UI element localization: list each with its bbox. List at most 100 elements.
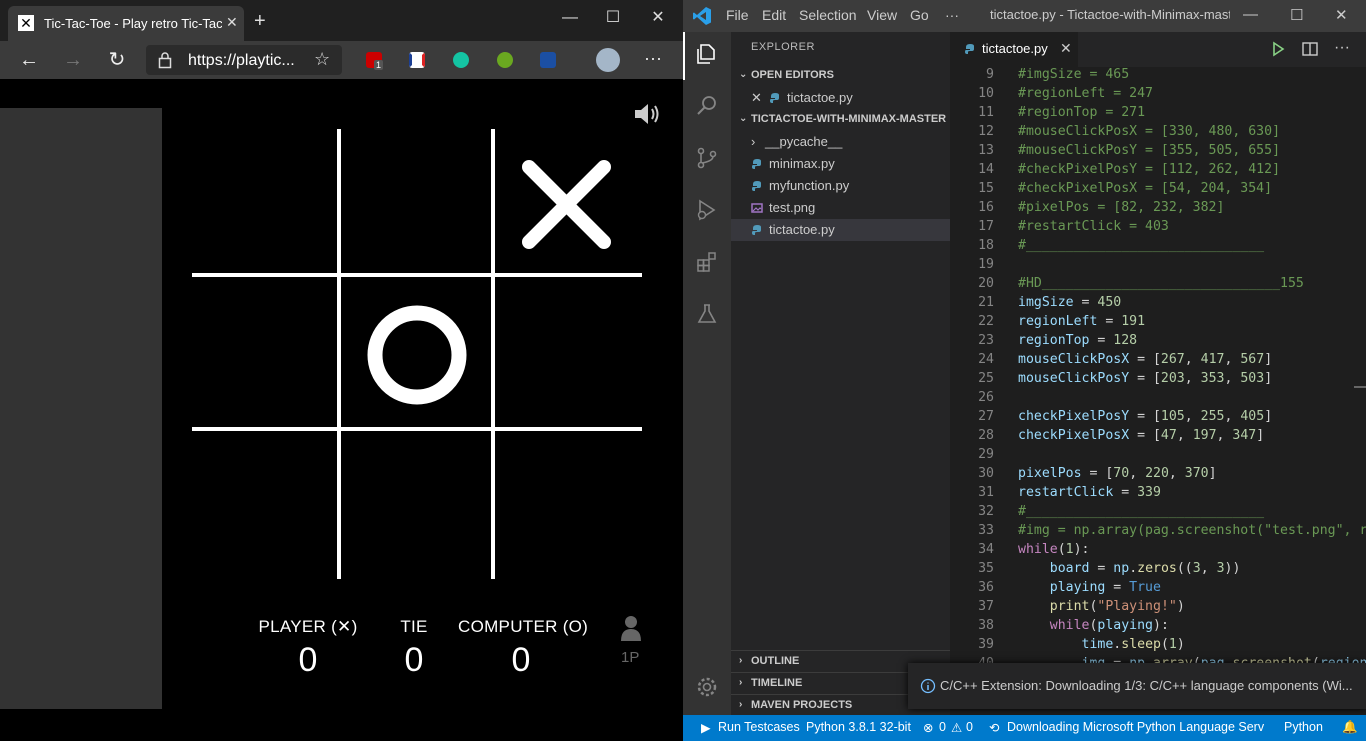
- board-cell[interactable]: [492, 429, 642, 579]
- editor-more-icon[interactable]: ···: [1334, 40, 1352, 58]
- error-count[interactable]: 0: [939, 720, 946, 734]
- code-line[interactable]: 32 #______________________________: [950, 504, 1366, 523]
- code-line[interactable]: 12 #mouseClickPosX = [330, 480, 630]: [950, 124, 1366, 143]
- menu-item[interactable]: View: [867, 7, 897, 23]
- refresh-icon[interactable]: ↻: [106, 49, 128, 71]
- player-mode-icon[interactable]: [620, 615, 642, 641]
- vscode-maximize-button[interactable]: ☐: [1290, 6, 1303, 24]
- run-testcases-button[interactable]: Run Testcases: [718, 720, 800, 734]
- code-line[interactable]: 21 imgSize = 450: [950, 295, 1366, 314]
- code-line[interactable]: 27 checkPixelPosY = [105, 255, 405]: [950, 409, 1366, 428]
- editor-tab[interactable]: tictactoe.py ✕: [950, 32, 1078, 67]
- address-bar[interactable]: https://playtic... ☆: [146, 45, 342, 75]
- vscode-minimize-button[interactable]: —: [1243, 6, 1258, 23]
- vscode-close-button[interactable]: ✕: [1335, 6, 1348, 24]
- player-mode-label[interactable]: 1P: [621, 649, 639, 666]
- code-line[interactable]: 36 playing = True: [950, 580, 1366, 599]
- code-line[interactable]: 35 board = np.zeros((3, 3)): [950, 561, 1366, 580]
- profile-avatar[interactable]: [596, 48, 620, 72]
- code-line[interactable]: 13 #mouseClickPosY = [355, 505, 655]: [950, 143, 1366, 162]
- tab-close-button[interactable]: ✕: [226, 14, 240, 31]
- file-tree-item[interactable]: minimax.py: [731, 153, 950, 175]
- file-tree-item[interactable]: myfunction.py: [731, 175, 950, 197]
- menu-item[interactable]: Edit: [762, 7, 786, 23]
- maximize-button[interactable]: ☐: [603, 8, 623, 28]
- file-tree-item[interactable]: test.png: [731, 197, 950, 219]
- board-cell[interactable]: [192, 429, 342, 579]
- code-line[interactable]: 18 #______________________________: [950, 238, 1366, 257]
- settings-gear-icon[interactable]: [695, 675, 719, 699]
- menu-item[interactable]: Selection: [799, 7, 857, 23]
- menu-item[interactable]: ···: [945, 7, 959, 23]
- code-line[interactable]: 33 #img = np.array(pag.screenshot("test.p…: [950, 523, 1366, 542]
- close-window-button[interactable]: ✕: [648, 8, 668, 28]
- code-line[interactable]: 20 #HD______________________________155: [950, 276, 1366, 295]
- flag-extension-icon[interactable]: [409, 52, 425, 68]
- board-cell[interactable]: [342, 279, 492, 429]
- menu-item[interactable]: Go: [910, 7, 929, 23]
- split-editor-icon[interactable]: [1301, 40, 1319, 58]
- run-debug-icon[interactable]: [695, 198, 719, 222]
- browser-tab[interactable]: ✕ Tic-Tac-Toe - Play retro Tic-Tac-Toe ✕: [8, 6, 244, 41]
- project-header[interactable]: ⌄ TICTACTOE-WITH-MINIMAX-MASTER: [731, 109, 950, 131]
- forward-arrow-icon[interactable]: →: [62, 49, 84, 71]
- code-line[interactable]: 10 #regionLeft = 247: [950, 86, 1366, 105]
- code-line[interactable]: 29: [950, 447, 1366, 466]
- testing-flask-icon[interactable]: [695, 302, 719, 326]
- code-line[interactable]: 28 checkPixelPosX = [47, 197, 347]: [950, 428, 1366, 447]
- browser-more-icon[interactable]: ···: [644, 48, 662, 69]
- python-interpreter[interactable]: Python 3.8.1 32-bit: [806, 720, 911, 734]
- warning-icon[interactable]: ⚠: [951, 720, 962, 735]
- code-line[interactable]: 31 restartClick = 339: [950, 485, 1366, 504]
- notification-toast[interactable]: C/C++ Extension: Downloading 1/3: C/C++ …: [908, 663, 1366, 709]
- code-line[interactable]: 30 pixelPos = [70, 220, 370]: [950, 466, 1366, 485]
- code-line[interactable]: 19: [950, 257, 1366, 276]
- close-icon[interactable]: ✕: [1060, 40, 1072, 57]
- speaker-icon[interactable]: [633, 100, 663, 128]
- code-line[interactable]: 23 regionTop = 128: [950, 333, 1366, 352]
- code-line[interactable]: 39 time.sleep(1): [950, 637, 1366, 656]
- open-editors-header[interactable]: ⌄ OPEN EDITORS: [731, 65, 950, 87]
- board-cell[interactable]: [192, 279, 342, 429]
- error-icon[interactable]: ⊗: [923, 720, 933, 735]
- explorer-icon[interactable]: [695, 42, 719, 66]
- source-control-icon[interactable]: [695, 146, 719, 170]
- favorite-star-icon[interactable]: ☆: [314, 49, 330, 70]
- warning-count[interactable]: 0: [966, 720, 973, 734]
- code-line[interactable]: 26: [950, 390, 1366, 409]
- code-line[interactable]: 15 #checkPixelPosX = [54, 204, 354]: [950, 181, 1366, 200]
- code-line[interactable]: 25 mouseClickPosY = [203, 353, 503]: [950, 371, 1366, 390]
- file-tree-item[interactable]: › __pycache__: [731, 131, 950, 153]
- menu-item[interactable]: File: [726, 7, 749, 23]
- code-line[interactable]: 22 regionLeft = 191: [950, 314, 1366, 333]
- file-tree-item[interactable]: tictactoe.py: [731, 219, 950, 241]
- run-file-icon[interactable]: [1269, 40, 1287, 58]
- grammarly-extension-icon[interactable]: [453, 52, 469, 68]
- code-line[interactable]: 17 #restartClick = 403: [950, 219, 1366, 238]
- back-arrow-icon[interactable]: ←: [18, 49, 40, 71]
- code-line[interactable]: 38 while(playing):: [950, 618, 1366, 637]
- download-status[interactable]: Downloading Microsoft Python Language Se…: [1007, 720, 1264, 734]
- adblock-extension-icon[interactable]: 1: [366, 52, 384, 70]
- board-cell[interactable]: [342, 429, 492, 579]
- board-cell[interactable]: [492, 279, 642, 429]
- code-line[interactable]: 34 while(1):: [950, 542, 1366, 561]
- run-icon[interactable]: ▶: [701, 720, 711, 735]
- j-extension-icon[interactable]: [540, 52, 556, 68]
- new-tab-button[interactable]: +: [254, 11, 266, 31]
- board-cell[interactable]: [492, 129, 642, 279]
- minimize-button[interactable]: —: [560, 8, 580, 28]
- extensions-icon[interactable]: [695, 250, 719, 274]
- language-mode[interactable]: Python: [1284, 720, 1323, 734]
- add-extension-icon[interactable]: [497, 52, 513, 68]
- search-icon[interactable]: [695, 94, 719, 118]
- board-cell[interactable]: [342, 129, 492, 279]
- code-line[interactable]: 9 #imgSize = 465: [950, 67, 1366, 86]
- close-icon[interactable]: ✕: [751, 90, 762, 106]
- open-editor-item[interactable]: ✕ tictactoe.py: [731, 87, 950, 109]
- notification-bell-icon[interactable]: 🔔: [1342, 720, 1358, 735]
- code-line[interactable]: 24 mouseClickPosX = [267, 417, 567]: [950, 352, 1366, 371]
- code-line[interactable]: 11 #regionTop = 271: [950, 105, 1366, 124]
- code-editor[interactable]: 9 #imgSize = 465 10 #regionLeft = 247 11 #reg…: [950, 67, 1366, 715]
- board-cell[interactable]: [192, 129, 342, 279]
